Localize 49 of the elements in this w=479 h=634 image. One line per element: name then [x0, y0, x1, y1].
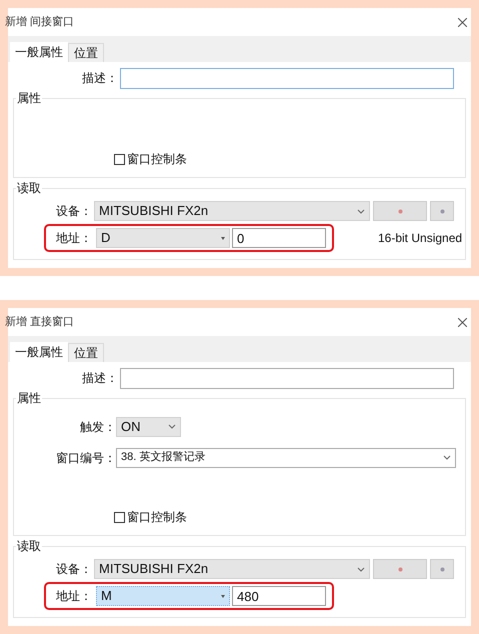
address-field[interactable]: 0: [232, 228, 326, 248]
small-button[interactable]: [373, 201, 427, 221]
data-type-text: 16-bit Unsigned: [378, 230, 462, 247]
field-label: 窗口编号：: [55, 450, 116, 466]
window-title: 新增 直接窗口: [5, 314, 74, 330]
dropdown[interactable]: ON: [116, 416, 181, 436]
field-label: 触发：: [79, 418, 116, 436]
group-title: 读取: [16, 180, 42, 196]
chevron-icon: [357, 208, 365, 214]
dot-icon: [440, 208, 444, 214]
address-type-dropdown[interactable]: D: [96, 228, 230, 248]
small-button[interactable]: [430, 201, 454, 221]
small-button[interactable]: [430, 559, 454, 579]
group-title: 属性: [16, 90, 42, 106]
address-field[interactable]: 480: [232, 586, 326, 606]
close-icon[interactable]: [458, 318, 467, 326]
group-title: 读取: [16, 538, 42, 554]
tab[interactable]: 一般属性: [10, 342, 68, 362]
description-field[interactable]: [120, 68, 454, 88]
chevron-icon: [443, 455, 451, 460]
dot-icon: [398, 208, 402, 214]
field-label: 设备：: [55, 203, 93, 220]
field-label: 地址：: [55, 588, 93, 605]
tab[interactable]: 位置: [68, 343, 104, 362]
field-label: 地址：: [55, 230, 93, 247]
checkbox[interactable]: [114, 154, 125, 164]
description-field[interactable]: [120, 368, 454, 388]
checkbox-label: 窗口控制条: [127, 509, 187, 526]
dropdown[interactable]: 38. 英文报警记录: [116, 448, 456, 468]
group-title: 属性: [16, 390, 42, 406]
dot-icon: [440, 566, 444, 572]
close-icon[interactable]: [458, 18, 467, 26]
field-label: 描述：: [81, 70, 119, 87]
field-label: 描述：: [81, 370, 119, 387]
checkbox-label: 窗口控制条: [127, 151, 187, 168]
device-dropdown[interactable]: MITSUBISHI FX2n: [94, 201, 370, 221]
address-type-dropdown[interactable]: M: [96, 586, 230, 606]
chevron-icon: [357, 566, 365, 572]
chevron-icon: [168, 424, 176, 429]
caret-icon: [221, 236, 225, 240]
field-label: 设备：: [55, 561, 93, 578]
tab[interactable]: 位置: [68, 43, 104, 62]
small-button[interactable]: [373, 559, 427, 579]
tab[interactable]: 一般属性: [10, 42, 68, 62]
dot-icon: [398, 566, 402, 572]
caret-icon: [221, 594, 225, 598]
device-dropdown[interactable]: MITSUBISHI FX2n: [94, 559, 370, 579]
checkbox[interactable]: [114, 512, 125, 522]
window-title: 新增 间接窗口: [5, 14, 74, 30]
